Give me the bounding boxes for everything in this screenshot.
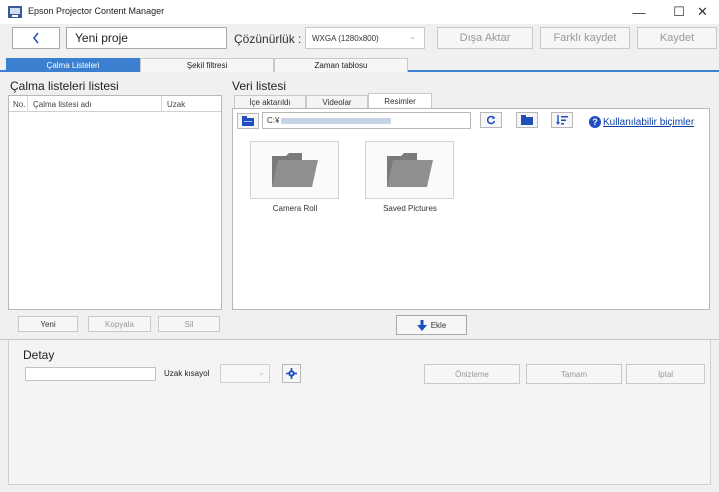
chevron-left-icon (33, 32, 39, 44)
project-name-field[interactable]: Yeni proje (66, 27, 227, 49)
remote-shortcut-label: Uzak kısayol (164, 369, 210, 378)
window-title: Epson Projector Content Manager (28, 6, 165, 16)
tab-images[interactable]: Resimler (368, 93, 432, 109)
available-formats-link[interactable]: Kullanılabilir biçimler (603, 117, 694, 128)
folder-tile-saved-pictures[interactable] (365, 141, 454, 199)
playlists-title: Çalma listeleri listesi (10, 79, 119, 93)
resolution-value: WXGA (1280x800) (312, 34, 379, 43)
folder-label-camera-roll: Camera Roll (272, 204, 318, 213)
tab-playlists[interactable]: Çalma Listeleri (6, 58, 140, 72)
tab-effect-filter[interactable]: Şekil filtresi (140, 58, 274, 72)
detail-title: Detay (23, 348, 55, 362)
add-button[interactable]: Ekle (396, 315, 467, 335)
settings-button[interactable] (282, 364, 301, 383)
open-folder-button[interactable] (516, 112, 538, 128)
blurred-path (281, 117, 392, 124)
gear-icon (286, 368, 297, 379)
main-tabs: Çalma Listeleri Şekil filtresi Zaman tab… (0, 56, 719, 72)
tab-timetable[interactable]: Zaman tablosu (274, 58, 408, 72)
copy-playlist-button[interactable]: Kopyala (88, 316, 151, 332)
help-icon[interactable]: ? (589, 116, 601, 128)
remote-shortcut-select[interactable]: ⌄ (220, 364, 270, 383)
refresh-icon (486, 115, 496, 125)
back-button[interactable] (12, 27, 60, 49)
top-toolbar: Yeni proje Çözünürlük : WXGA (1280x800) … (0, 24, 719, 56)
folder-path-field[interactable]: C:¥ (262, 112, 471, 129)
folder-label-saved-pictures: Saved Pictures (383, 204, 437, 213)
resolution-select[interactable]: WXGA (1280x800) ⌄ (305, 27, 425, 49)
folder-tree-icon (242, 116, 254, 126)
sort-icon (556, 115, 568, 125)
add-button-label: Ekle (430, 320, 447, 330)
playlists-table[interactable]: No. Çalma listesi adı Uzak (8, 95, 222, 310)
data-list-title: Veri listesi (232, 79, 287, 93)
detail-name-field[interactable] (25, 367, 156, 381)
tab-videos[interactable]: Videolar (306, 95, 368, 109)
path-prefix: C:¥ (267, 116, 280, 125)
chevron-down-icon: ⌄ (409, 32, 416, 41)
cancel-button[interactable]: İptal (626, 364, 705, 384)
refresh-button[interactable] (480, 112, 502, 128)
column-playlist-name: Çalma listesi adı (33, 100, 92, 109)
resolution-label: Çözünürlük : (234, 32, 302, 46)
delete-playlist-button[interactable]: Sil (158, 316, 220, 332)
sort-button[interactable] (551, 112, 573, 128)
new-playlist-button[interactable]: Yeni (18, 316, 78, 332)
column-remote: Uzak (167, 100, 186, 109)
folder-icon (521, 115, 533, 125)
arrow-down-icon (416, 319, 427, 331)
playlists-table-header: No. Çalma listesi adı Uzak (9, 96, 221, 112)
tab-imported[interactable]: İçe aktarıldı (234, 95, 306, 109)
folder-icon (386, 153, 433, 187)
app-icon (8, 6, 22, 18)
minimize-button[interactable]: — (619, 0, 659, 24)
preview-button[interactable]: Önizleme (424, 364, 520, 384)
chevron-down-icon: ⌄ (258, 368, 265, 377)
ok-button[interactable]: Tamam (526, 364, 622, 384)
folder-icon (271, 153, 318, 187)
save-as-button[interactable]: Farklı kaydet (540, 27, 630, 49)
folder-tree-button[interactable] (237, 113, 259, 129)
save-button[interactable]: Kaydet (637, 27, 717, 49)
title-bar: Epson Projector Content Manager — ☐ ✕ (0, 0, 719, 24)
folder-tile-camera-roll[interactable] (250, 141, 339, 199)
export-button[interactable]: Dışa Aktar (437, 27, 533, 49)
column-no: No. (13, 100, 26, 109)
close-button[interactable]: ✕ (686, 0, 719, 24)
detail-panel (8, 340, 711, 485)
